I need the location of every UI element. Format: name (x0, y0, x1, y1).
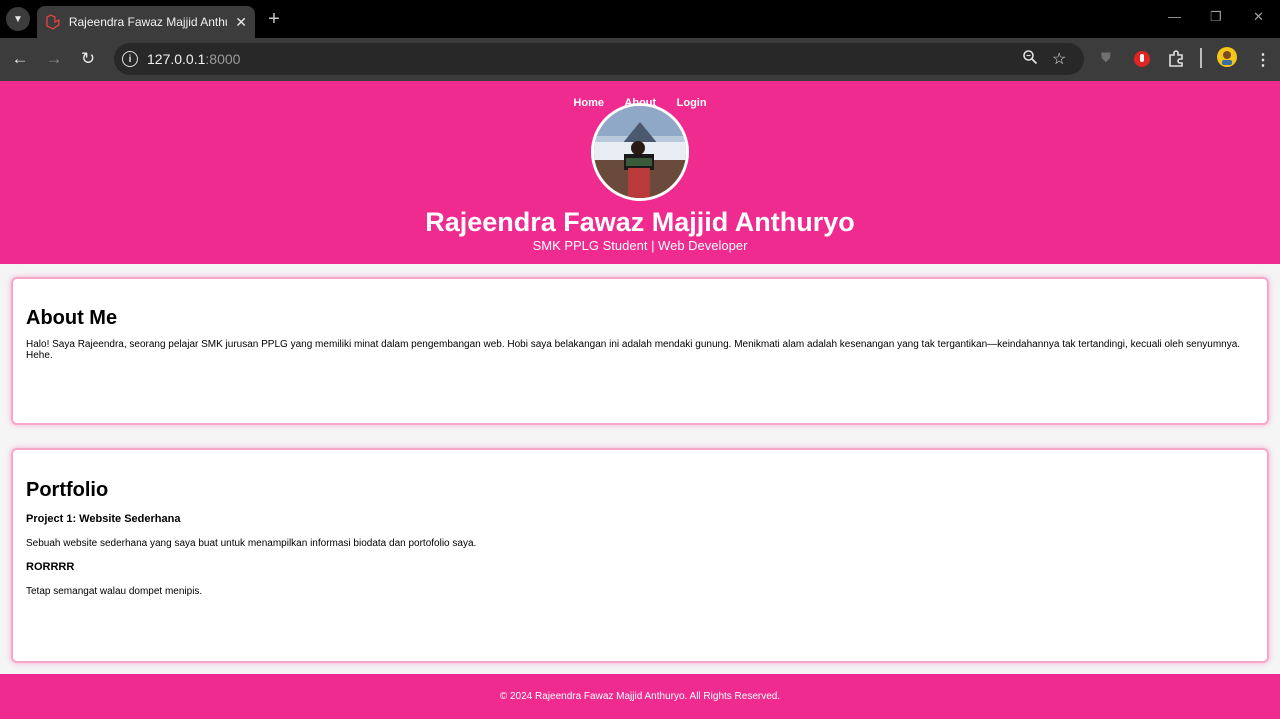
forward-icon[interactable]: → (43, 48, 65, 70)
extension-red-icon[interactable] (1133, 50, 1151, 73)
browser-toolbar: ← → ↻ i 127.0.0.1:8000 ☆ ⛊ ⋮ (0, 38, 1280, 81)
zoom-icon[interactable] (1022, 49, 1038, 70)
back-icon[interactable]: ← (9, 48, 31, 70)
about-text: Halo! Saya Rajeendra, seorang pelajar SM… (26, 339, 1241, 361)
browser-tabbar: ▼ Rajeendra Fawaz Majjid Anthuryo ✕ + — … (0, 0, 1280, 38)
toolbar-divider (1200, 48, 1202, 68)
tab-title: Rajeendra Fawaz Majjid Anthuryo (68, 15, 227, 29)
extension-shield-icon[interactable]: ⛊ (1101, 50, 1111, 66)
project-2-title: RORRRR (26, 561, 75, 573)
tab-search-chevron-icon[interactable]: ▼ (6, 7, 30, 31)
browser-menu-icon[interactable]: ⋮ (1255, 50, 1271, 70)
url-text[interactable]: 127.0.0.1:8000 (147, 51, 240, 67)
nav-login-link[interactable]: Login (677, 97, 707, 109)
reload-icon[interactable]: ↻ (77, 48, 99, 70)
portfolio-title: Portfolio (26, 479, 109, 501)
bookmark-star-icon[interactable]: ☆ (1052, 49, 1066, 69)
page-footer: © 2024 Rajeendra Fawaz Majjid Anthuryo. … (0, 674, 1280, 719)
minimize-icon[interactable]: — (1168, 9, 1181, 24)
project-1-title: Project 1: Website Sederhana (26, 513, 181, 525)
page-body: Home About Login Rajeendra Fawaz Majjid … (0, 81, 1280, 719)
extensions-puzzle-icon[interactable] (1167, 50, 1185, 73)
project-2-desc: Tetap semangat walau dompet menipis. (26, 586, 203, 597)
about-card: About Me Halo! Saya Rajeendra, seorang p… (11, 277, 1269, 425)
profile-avatar[interactable] (1217, 47, 1237, 72)
hero-header: Home About Login Rajeendra Fawaz Majjid … (0, 81, 1280, 264)
browser-tab-active[interactable]: Rajeendra Fawaz Majjid Anthuryo ✕ (37, 6, 255, 38)
hero-subtitle: SMK PPLG Student | Web Developer (532, 238, 748, 253)
hero-name: Rajeendra Fawaz Majjid Anthuryo (425, 207, 855, 237)
tab-close-icon[interactable]: ✕ (235, 14, 247, 31)
about-title: About Me (26, 307, 118, 329)
footer-copyright: © 2024 Rajeendra Fawaz Majjid Anthuryo. … (499, 691, 781, 702)
close-window-icon[interactable]: ✕ (1253, 9, 1264, 25)
new-tab-icon[interactable]: + (264, 8, 284, 30)
url-port: :8000 (205, 51, 241, 67)
site-info-icon[interactable]: i (122, 51, 138, 67)
laravel-favicon-icon (46, 14, 60, 30)
address-bar[interactable]: i 127.0.0.1:8000 ☆ (114, 43, 1084, 75)
portfolio-card: Portfolio Project 1: Website Sederhana S… (11, 448, 1269, 663)
nav-home-link[interactable]: Home (573, 97, 604, 109)
profile-photo (591, 103, 689, 201)
project-1-desc: Sebuah website sederhana yang saya buat … (26, 538, 477, 549)
url-host: 127.0.0.1 (147, 51, 206, 67)
restore-icon[interactable]: ❐ (1210, 9, 1222, 25)
